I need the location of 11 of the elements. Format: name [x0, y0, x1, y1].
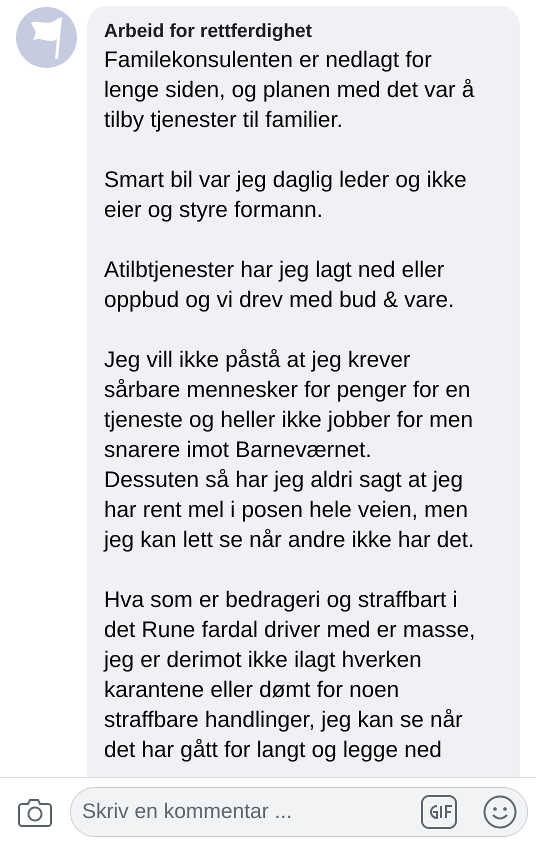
comment-paragraph: Jeg vill ikke påstå at jeg krever sårbare mennesker for penger for en tjeneste og heller ikke jobber for men snarere imot Barneværnet. Dessuten så har jeg aldri sagt at jeg har rent mel i posen hele veien, men jeg kan lett se når andre ikke har det. — [104, 346, 476, 554]
gif-icon[interactable] — [421, 795, 457, 829]
comment-paragraph: Hva som er bedrageri og straffbart i det Rune fardal driver med er masse, jeg er derimot ikke ilagt hverken karantene eller dømt for noen straffbare handlinger, jeg kan se når det har gått for langt og legge ned — [104, 586, 476, 764]
comment-paragraph: Smart bil var jeg daglig leder og ikke eier og styre formann. — [104, 166, 468, 224]
flag-icon — [28, 14, 64, 60]
comment-paragraph: Atilbtjenester har jeg lagt ned eller oppbud og vi drev med bud & vare. — [104, 256, 456, 314]
camera-icon[interactable] — [18, 797, 52, 827]
author-name[interactable]: Arbeid for rettferdighet — [104, 20, 506, 44]
comment-paragraph: Familekonsulenten er nedlagt for lenge siden, og planen med det var å tilby tjenester til familier. — [104, 46, 476, 134]
comment-field[interactable]: Skriv en kommentar ... — [70, 787, 528, 837]
smiley-icon[interactable] — [483, 795, 517, 829]
